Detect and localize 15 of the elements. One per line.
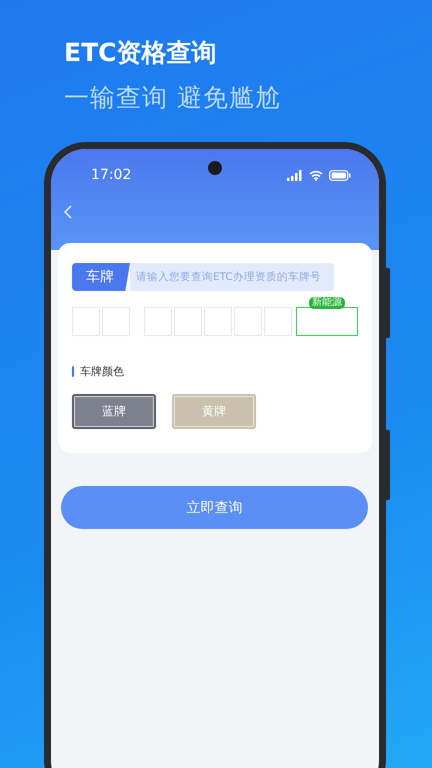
status-time: 17:02	[91, 167, 132, 183]
signal-icon	[287, 170, 303, 180]
plate-input-field[interactable]: 请输入您要查询ETC办理资质的车牌号	[130, 263, 334, 291]
plate-tag: 车牌	[72, 263, 130, 291]
battery-icon	[329, 170, 351, 180]
wifi-icon	[309, 170, 323, 180]
query-button[interactable]: 立即查询	[61, 486, 368, 529]
promo-title: ETC资格查询	[64, 37, 218, 69]
promo-subtitle: 一输查询 避免尴尬	[64, 82, 282, 114]
new-energy-badge: 新能源	[309, 297, 345, 309]
section-label: 车牌颜色	[80, 364, 124, 379]
plate-color-option[interactable]: 黄牌	[172, 394, 256, 429]
back-icon[interactable]	[63, 205, 73, 219]
camera-hole	[208, 161, 222, 175]
plate-color-option[interactable]: 蓝牌	[72, 394, 156, 429]
